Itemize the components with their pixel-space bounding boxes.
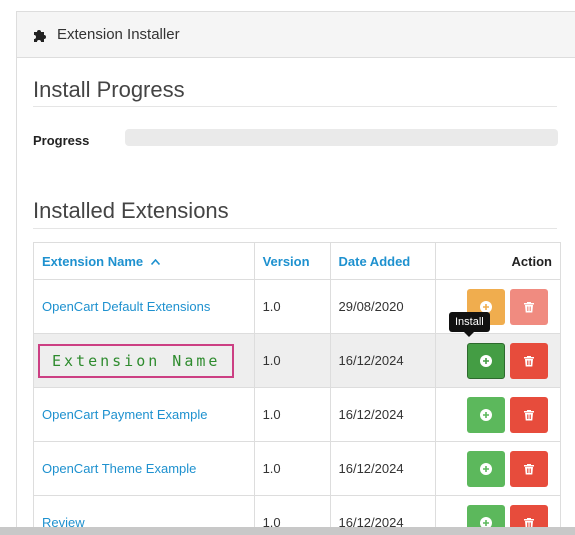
uninstall-button[interactable] (510, 451, 549, 487)
uninstall-button[interactable] (510, 289, 549, 325)
date-cell: 16/12/2024 (329, 441, 437, 496)
extension-link[interactable]: OpenCart Default Extensions (42, 299, 210, 314)
extension-name-highlight[interactable]: Extension Name (38, 343, 235, 378)
panel-title: Extension Installer (57, 26, 180, 43)
table-row: OpenCart Payment Example 1.0 16/12/2024 (33, 387, 561, 442)
date-cell: 16/12/2024 (329, 387, 437, 442)
action-cell (435, 387, 561, 442)
trash-icon (524, 410, 535, 421)
version-cell: 1.0 (253, 333, 331, 388)
heading-divider (33, 228, 557, 229)
table-row: Extension Name 1.0 16/12/2024 (33, 333, 561, 388)
date-cell: 29/08/2020 (329, 279, 437, 334)
trash-icon (524, 356, 535, 367)
date-cell: 16/12/2024 (329, 333, 437, 388)
table-row: OpenCart Theme Example 1.0 16/12/2024 (33, 441, 561, 496)
installed-extensions-heading: Installed Extensions (33, 198, 229, 223)
action-cell (435, 441, 561, 496)
heading-divider (33, 106, 557, 107)
extension-link[interactable]: OpenCart Payment Example (42, 407, 207, 422)
plus-circle-icon (480, 463, 493, 475)
table-header-row: Extension Name Version Date Added Action (33, 242, 561, 280)
column-header-version[interactable]: Version (253, 242, 331, 280)
install-button[interactable] (467, 451, 506, 487)
install-progress-heading: Install Progress (33, 77, 185, 102)
extension-link[interactable]: OpenCart Theme Example (42, 461, 196, 476)
install-button[interactable] (467, 343, 506, 379)
extensions-table: Extension Name Version Date Added Action… (33, 242, 561, 534)
trash-icon (524, 464, 535, 475)
horizontal-scrollbar[interactable] (0, 527, 575, 535)
extension-installer-panel: Extension Installer Install Progress Pro… (16, 11, 575, 535)
puzzle-icon (32, 27, 48, 43)
version-cell: 1.0 (253, 279, 331, 334)
install-button[interactable] (467, 397, 506, 433)
column-header-action: Action (435, 242, 561, 280)
panel-header: Extension Installer (17, 12, 575, 58)
plus-circle-icon (480, 355, 493, 367)
version-cell: 1.0 (253, 387, 331, 442)
column-header-name[interactable]: Extension Name (33, 242, 255, 280)
uninstall-button[interactable] (510, 397, 549, 433)
install-tooltip: Install (449, 312, 490, 337)
progress-bar (125, 129, 558, 146)
action-cell (435, 333, 561, 388)
progress-label: Progress (33, 133, 90, 148)
caret-up-icon (150, 257, 160, 268)
trash-icon (524, 302, 535, 313)
plus-circle-icon (480, 409, 493, 421)
version-cell: 1.0 (253, 441, 331, 496)
uninstall-button[interactable] (510, 343, 549, 379)
column-header-date[interactable]: Date Added (329, 242, 437, 280)
